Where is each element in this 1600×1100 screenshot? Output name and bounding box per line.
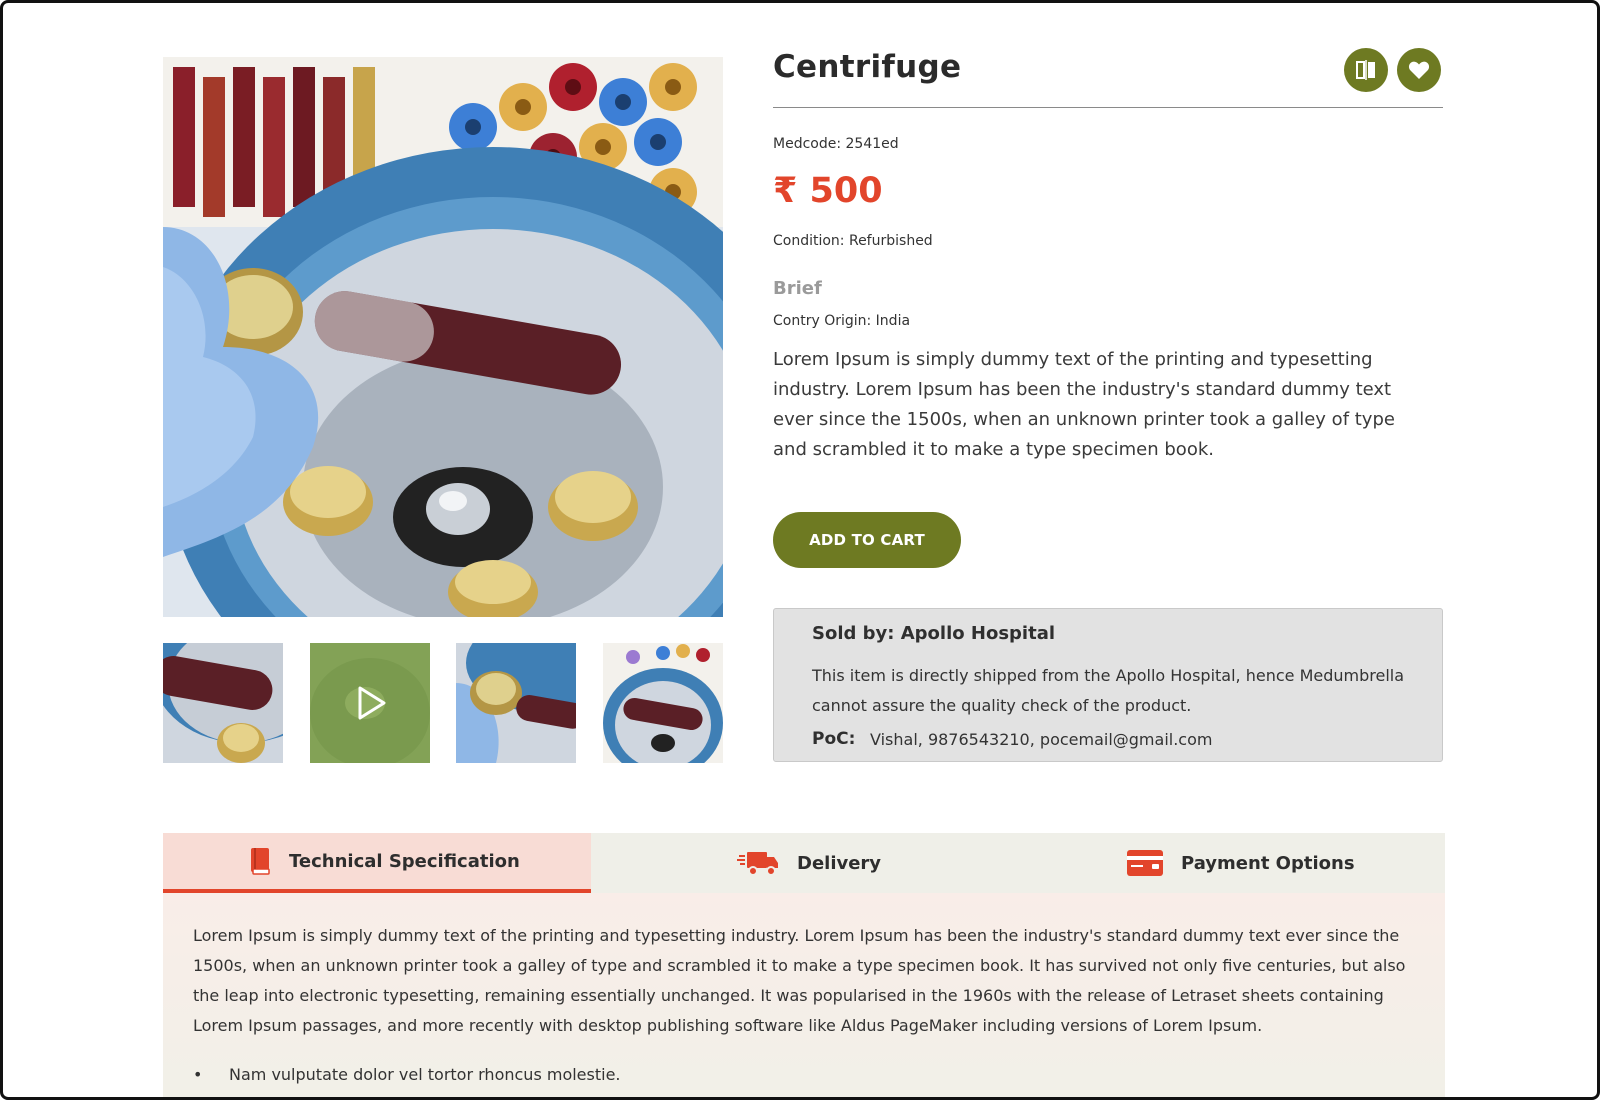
tab-payment-options[interactable]: Payment Options xyxy=(1127,833,1355,893)
tab-label: Technical Specification xyxy=(289,850,520,872)
title-row: Centrifuge xyxy=(773,43,1443,108)
compare-icon xyxy=(1356,60,1375,80)
bullet-dot: • xyxy=(193,1065,203,1084)
info-tabs: Technical Specification Delivery Payment… xyxy=(163,833,1445,893)
page-frame: Centrifuge Medcode: 2541ed ₹ 500 Conditi… xyxy=(0,0,1600,1100)
play-icon xyxy=(358,686,386,720)
credit-card-icon xyxy=(1127,850,1163,876)
product-title: Centrifuge xyxy=(773,49,962,85)
poc-label: PoC: xyxy=(812,729,856,749)
medcode: Medcode: 2541ed xyxy=(773,136,899,152)
country-origin: Contry Origin: India xyxy=(773,313,911,329)
tab-technical-specification[interactable]: Technical Specification xyxy=(163,833,591,893)
compare-button[interactable] xyxy=(1344,48,1388,92)
tab-content-panel: Lorem Ipsum is simply dummy text of the … xyxy=(163,893,1445,1097)
brief-heading: Brief xyxy=(773,278,822,299)
list-item-text: Nam vulputate dolor vel tortor rhoncus m… xyxy=(229,1065,621,1084)
list-item: • Nam vulputate dolor vel tortor rhoncus … xyxy=(193,1065,621,1084)
wishlist-button[interactable] xyxy=(1397,48,1441,92)
seller-note: This item is directly shipped from the A… xyxy=(812,666,1405,715)
thumbnail-video[interactable] xyxy=(310,643,430,763)
main-product-image[interactable] xyxy=(163,57,723,617)
book-icon xyxy=(249,847,271,875)
product-description: Lorem Ipsum is simply dummy text of the … xyxy=(773,349,1395,460)
add-to-cart-button[interactable]: ADD TO CART xyxy=(773,512,961,568)
tab-content-text: Lorem Ipsum is simply dummy text of the … xyxy=(193,926,1406,1035)
heart-icon xyxy=(1408,61,1430,79)
tab-label: Payment Options xyxy=(1181,852,1355,874)
product-info: Centrifuge Medcode: 2541ed ₹ 500 Conditi… xyxy=(773,43,1443,762)
thumbnail-image[interactable] xyxy=(456,643,576,763)
poc-value: Vishal, 9876543210, pocemail@gmail.com xyxy=(870,730,1213,749)
condition: Condition: Refurbished xyxy=(773,233,933,249)
tab-label: Delivery xyxy=(797,852,882,874)
tab-delivery[interactable]: Delivery xyxy=(737,833,881,893)
thumbnail-image[interactable] xyxy=(163,643,283,763)
price: ₹ 500 xyxy=(773,171,883,211)
thumbnail-image[interactable] xyxy=(603,643,723,763)
seller-info-box: Sold by: Apollo Hospital This item is di… xyxy=(773,608,1443,762)
thumbnail-strip xyxy=(163,643,723,763)
truck-icon xyxy=(737,849,779,877)
sold-by: Sold by: Apollo Hospital xyxy=(812,623,1056,644)
